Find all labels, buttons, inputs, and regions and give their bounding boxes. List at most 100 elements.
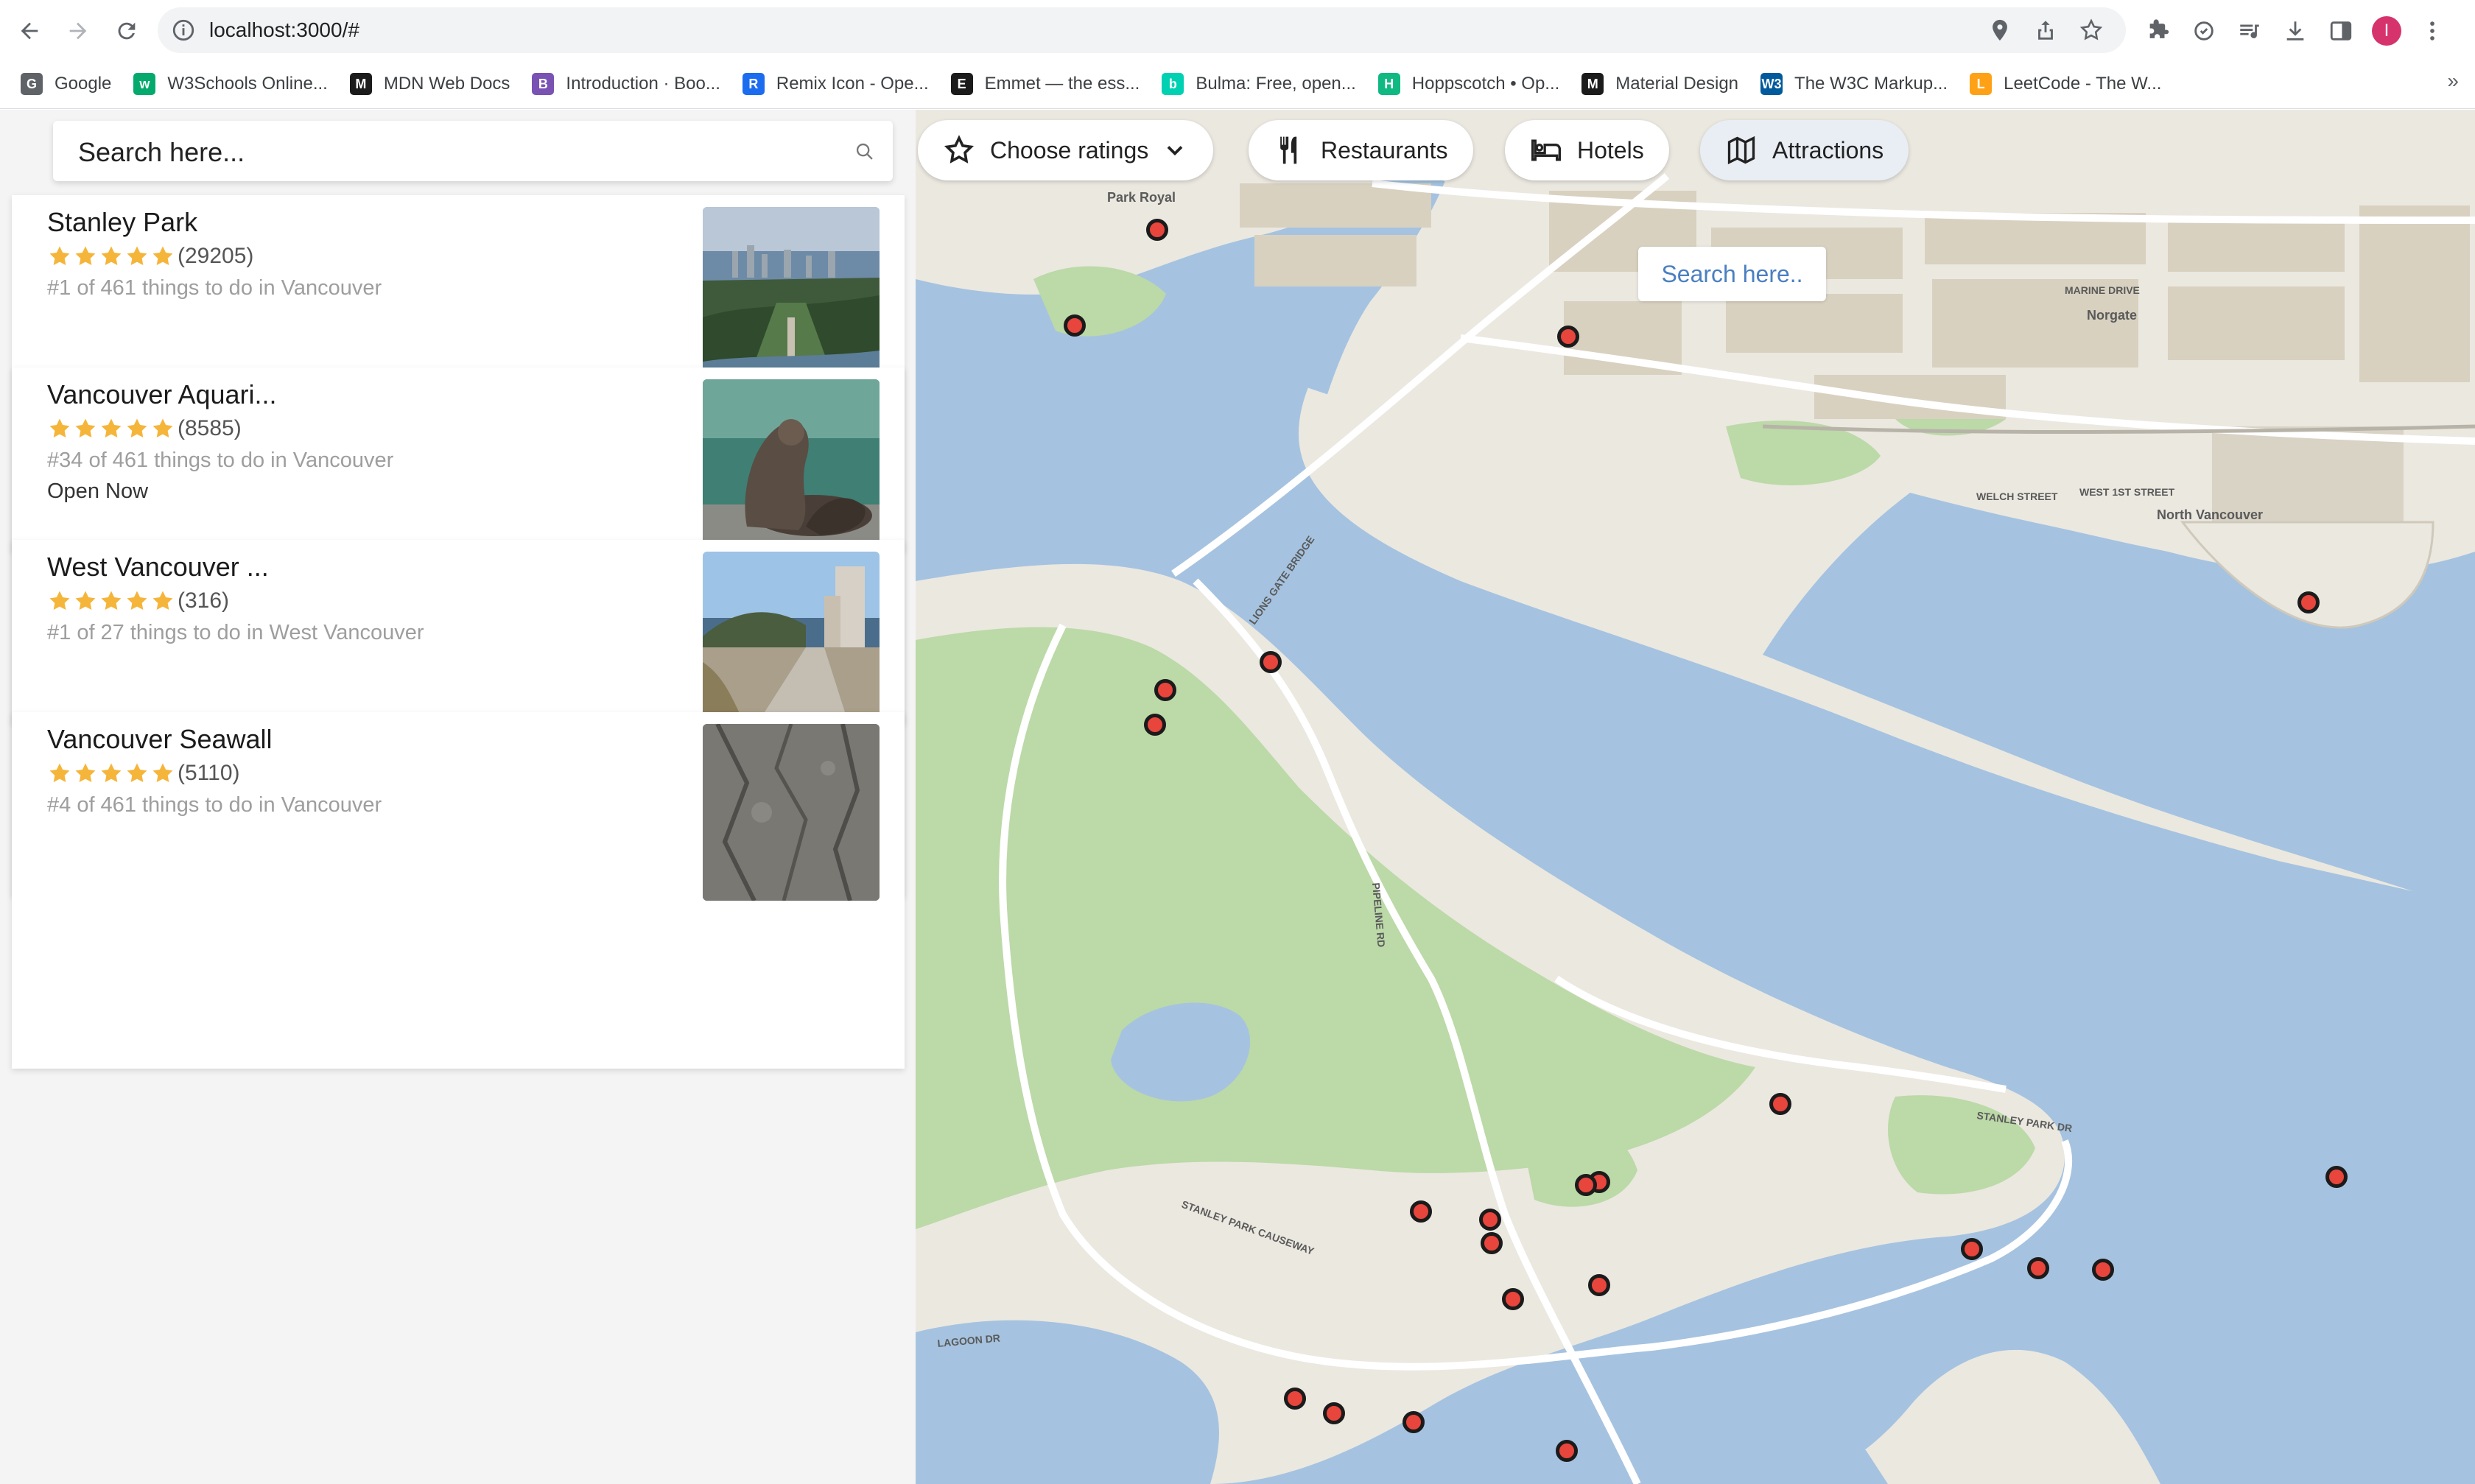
share-icon[interactable] <box>2033 18 2058 43</box>
profile-button[interactable]: I <box>2369 13 2404 49</box>
bookmark-item[interactable]: w W3Schools Online... <box>133 73 328 95</box>
map-marker-pin[interactable] <box>1502 1288 1524 1310</box>
review-count: (29205) <box>178 244 254 268</box>
bookmarks-more-button[interactable]: » <box>2447 69 2459 93</box>
bookmark-item[interactable]: E Emmet — the ess... <box>950 73 1140 95</box>
bookmarks-bar: G Google w W3Schools Online... M MDN Web Docs… <box>21 68 2183 100</box>
map-marker-pin[interactable] <box>2325 1166 2348 1188</box>
url-text: localhost:3000/# <box>209 18 359 41</box>
media-button[interactable] <box>2232 13 2267 49</box>
bookmark-label: LeetCode - The W... <box>2004 74 2162 94</box>
bookmark-item[interactable]: H Hoppscotch • Op... <box>1377 73 1559 95</box>
arrow-right-icon <box>69 22 87 40</box>
map-marker-pin[interactable] <box>1588 1274 1610 1296</box>
map-marker-pin[interactable] <box>2027 1257 2049 1279</box>
star-outline-icon <box>944 135 975 163</box>
address-bar[interactable]: localhost:3000/# <box>158 7 2126 53</box>
map-marker-pin[interactable] <box>1557 326 1579 348</box>
bookmark-label: Bulma: Free, open... <box>1196 74 1356 94</box>
map-marker-pin[interactable] <box>1154 679 1176 701</box>
ranking-text: #1 of 27 things to do in West Vancouver <box>47 621 424 644</box>
restaurants-label: Restaurants <box>1321 136 1448 163</box>
download-icon <box>2286 21 2304 41</box>
location-icon[interactable] <box>1987 18 2012 43</box>
review-count: (316) <box>178 588 230 613</box>
map-marker-pin[interactable] <box>1323 1402 1345 1424</box>
bookmark-label: The W3C Markup... <box>1794 74 1948 94</box>
map-marker-pin[interactable] <box>1064 314 1086 337</box>
rating-stars: (5110) <box>47 761 240 786</box>
place-title[interactable]: Vancouver Seawall <box>47 724 273 755</box>
rating-stars: (316) <box>47 588 229 613</box>
star-icon <box>152 418 173 438</box>
map-search-box[interactable]: Search here.. <box>1638 247 1826 301</box>
star-icon <box>75 763 96 783</box>
menu-button[interactable] <box>2415 13 2450 49</box>
ratings-dropdown[interactable]: Choose ratings <box>918 120 1214 180</box>
open-status: Open Now <box>47 479 149 503</box>
bookmark-label: Emmet — the ess... <box>984 74 1140 94</box>
bookmark-item[interactable]: B Introduction · Boo... <box>532 73 720 95</box>
place-title[interactable]: Vancouver Aquari... <box>47 379 277 410</box>
playlist-icon <box>2240 24 2259 38</box>
downloads-button[interactable] <box>2278 13 2313 49</box>
fork-knife-icon <box>1280 136 1297 164</box>
star-icon <box>75 246 96 266</box>
bookmark-item[interactable]: R Remix Icon - Ope... <box>742 73 929 95</box>
map-tiles: Park Royal Norgate North Vancouver MARIN… <box>916 110 2475 1484</box>
map-marker-pin[interactable] <box>1481 1232 1503 1254</box>
map-marker-pin[interactable] <box>1769 1093 1791 1115</box>
search-icon[interactable] <box>854 141 875 162</box>
chevron-down-icon <box>1167 146 1183 156</box>
forward-button[interactable] <box>57 10 99 52</box>
sidepanel-icon <box>2330 21 2352 41</box>
info-icon[interactable] <box>171 18 196 43</box>
reload-button[interactable] <box>106 10 147 52</box>
bookmark-item[interactable]: W3 The W3C Markup... <box>1760 73 1948 95</box>
sync-button[interactable] <box>2186 13 2222 49</box>
map-marker-pin[interactable] <box>1144 714 1166 736</box>
bookmark-star-icon[interactable] <box>2079 18 2104 43</box>
map-marker-pin[interactable] <box>1479 1209 1501 1231</box>
map-marker-pin[interactable] <box>2092 1259 2114 1281</box>
map-marker-pin[interactable] <box>1260 651 1282 673</box>
attractions-list-panel: Search here... Stanley Park (29205) #1 of … <box>0 110 916 1484</box>
place-title[interactable]: West Vancouver ... <box>47 552 269 583</box>
star-icon <box>75 591 96 611</box>
bookmark-item[interactable]: b Bulma: Free, open... <box>1162 73 1356 95</box>
bookmark-item[interactable]: M MDN Web Docs <box>349 73 510 95</box>
bookmark-favicon-icon: R <box>742 73 765 95</box>
attractions-filter-button[interactable]: Attractions <box>1700 120 1909 180</box>
bookmark-favicon-icon: M <box>349 73 372 95</box>
bookmark-favicon-icon: G <box>21 73 43 95</box>
extensions-button[interactable] <box>2141 13 2176 49</box>
map-marker-pin[interactable] <box>1556 1440 1578 1462</box>
map-marker-pin[interactable] <box>1410 1200 1432 1223</box>
map-marker-pin[interactable] <box>1284 1388 1306 1410</box>
hotels-filter-button[interactable]: Hotels <box>1505 120 1669 180</box>
bookmark-favicon-icon: B <box>532 73 555 95</box>
list-search-input[interactable]: Search here... <box>53 121 893 181</box>
map-marker-pin[interactable] <box>1402 1411 1425 1433</box>
bookmark-item[interactable]: G Google <box>21 73 111 95</box>
map-marker-pin[interactable] <box>1146 219 1168 241</box>
map-view[interactable]: Park Royal Norgate North Vancouver MARIN… <box>916 110 2475 1484</box>
bookmark-label: W3Schools Online... <box>167 74 328 94</box>
restaurants-filter-button[interactable]: Restaurants <box>1249 120 1473 180</box>
back-button[interactable] <box>9 10 50 52</box>
bookmark-item[interactable]: M Material Design <box>1581 73 1738 95</box>
star-icon <box>127 763 147 783</box>
map-marker-pin[interactable] <box>1961 1238 1983 1260</box>
star-icon <box>127 591 147 611</box>
map-icon <box>1727 136 1755 165</box>
bookmark-label: Material Design <box>1615 74 1739 94</box>
place-card[interactable]: Vancouver Seawall (5110) #4 of 461 things … <box>12 712 905 1069</box>
place-title[interactable]: Stanley Park <box>47 207 197 238</box>
bookmark-label: Remix Icon - Ope... <box>776 74 929 94</box>
map-marker-pin[interactable] <box>2297 591 2320 613</box>
bookmark-item[interactable]: L LeetCode - The W... <box>1970 73 2161 95</box>
sidepanel-button[interactable] <box>2323 13 2359 49</box>
avatar: I <box>2372 16 2401 46</box>
star-icon <box>49 418 70 438</box>
map-marker-pin[interactable] <box>1575 1174 1597 1196</box>
